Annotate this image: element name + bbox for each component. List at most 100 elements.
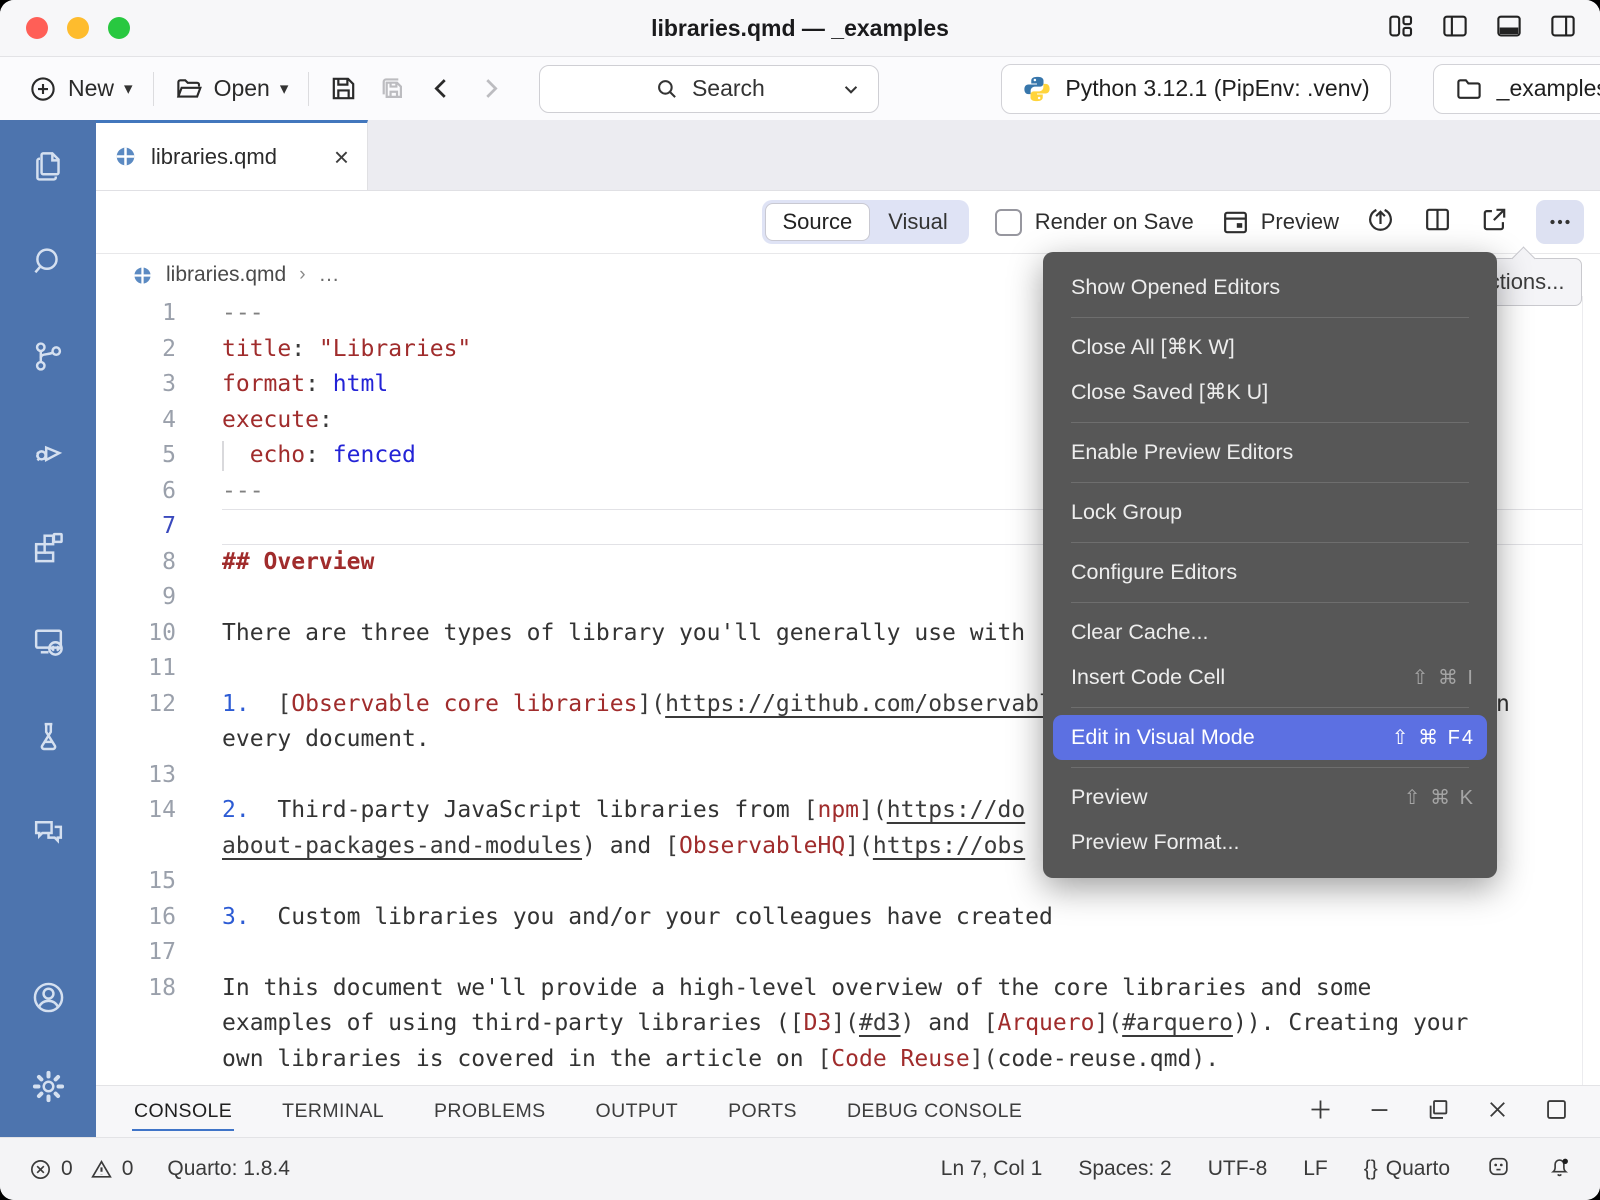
code-line[interactable]: 18In this document we'll provide a high-…: [96, 971, 1600, 1007]
menu-item-label: Insert Code Cell: [1071, 665, 1225, 690]
panel-restore-button[interactable]: [1425, 1096, 1452, 1128]
render-on-save-label: Render on Save: [1035, 209, 1194, 235]
preview-button[interactable]: Preview: [1220, 207, 1339, 238]
notifications-button[interactable]: [1547, 1154, 1572, 1185]
code-line[interactable]: 17: [96, 935, 1600, 971]
breadcrumb-file[interactable]: libraries.qmd: [166, 263, 286, 287]
sidebar-item-testing[interactable]: [30, 718, 67, 755]
encoding-status[interactable]: UTF-8: [1208, 1157, 1268, 1181]
search-input[interactable]: Search: [539, 65, 879, 113]
source-mode-button[interactable]: Source: [765, 203, 871, 241]
chevron-right-icon: ›: [299, 264, 305, 286]
braces-icon: {}: [1364, 1157, 1378, 1181]
menu-item-preview[interactable]: Preview⇧ ⌘ K: [1043, 775, 1497, 820]
publish-button[interactable]: [1365, 204, 1396, 241]
line-number: 8: [96, 545, 176, 581]
customize-layout-icon[interactable]: [1386, 11, 1416, 46]
menu-item-lock-group[interactable]: Lock Group: [1043, 490, 1497, 535]
code-line[interactable]: own libraries is covered in the article …: [96, 1042, 1600, 1078]
feedback-button[interactable]: [1486, 1154, 1511, 1185]
menu-item-preview-format[interactable]: Preview Format...: [1043, 820, 1497, 865]
zoom-window-button[interactable]: [108, 17, 130, 39]
split-editor-button[interactable]: [1422, 204, 1453, 241]
panel-tab-console[interactable]: CONSOLE: [132, 1088, 234, 1135]
language-mode-status[interactable]: {} Quarto: [1364, 1157, 1450, 1181]
chevron-down-icon: [838, 76, 864, 102]
sidebar-item-explorer[interactable]: [30, 148, 67, 185]
traffic-lights: [26, 0, 130, 56]
code-text: every document.: [222, 722, 430, 758]
menu-item-edit-in-visual-mode[interactable]: Edit in Visual Mode⇧ ⌘ F4: [1053, 715, 1487, 760]
breadcrumb-more[interactable]: …: [319, 263, 340, 287]
plus-icon: [1307, 1096, 1334, 1123]
menu-separator: [1071, 767, 1469, 768]
navigate-back-button[interactable]: [417, 67, 466, 110]
eol-status[interactable]: LF: [1303, 1157, 1328, 1181]
tab-close-icon[interactable]: ×: [334, 144, 349, 170]
sidebar-item-run-debug[interactable]: [30, 433, 67, 470]
comments-icon: [30, 813, 67, 850]
save-all-button[interactable]: [368, 67, 417, 110]
panel-tab-ports[interactable]: PORTS: [726, 1088, 799, 1135]
open-button[interactable]: Open ▾: [164, 68, 299, 110]
sidebar-item-extensions[interactable]: [30, 528, 67, 565]
interpreter-selector[interactable]: Python 3.12.1 (PipEnv: .venv): [1001, 64, 1390, 114]
panel-tab-terminal[interactable]: TERMINAL: [280, 1088, 386, 1135]
menu-item-close-all-k-w[interactable]: Close All [⌘K W]: [1043, 325, 1497, 370]
menu-item-configure-editors[interactable]: Configure Editors: [1043, 550, 1497, 595]
panel-minimize-button[interactable]: [1366, 1096, 1393, 1128]
code-line[interactable]: examples of using third-party libraries …: [96, 1006, 1600, 1042]
panel-maximize-button[interactable]: [1543, 1096, 1570, 1128]
toggle-left-sidebar-icon[interactable]: [1440, 11, 1470, 46]
code-line[interactable]: 163. Custom libraries you and/or your co…: [96, 900, 1600, 936]
sidebar-item-source-control[interactable]: [30, 338, 67, 375]
code-text: ---: [222, 474, 264, 510]
app-window: libraries.qmd — _examples New ▾ Open ▾: [0, 0, 1600, 1200]
line-number: 17: [96, 935, 176, 971]
menu-item-enable-preview-editors[interactable]: Enable Preview Editors: [1043, 430, 1497, 475]
minimize-window-button[interactable]: [67, 17, 89, 39]
panel-add-button[interactable]: [1307, 1096, 1334, 1128]
navigate-forward-button[interactable]: [466, 67, 515, 110]
code-text: 2. Third-party JavaScript libraries from…: [222, 793, 1025, 829]
visual-mode-button[interactable]: Visual: [870, 203, 966, 241]
code-text: own libraries is covered in the article …: [222, 1042, 1219, 1078]
code-text: There are three types of library you'll …: [222, 616, 1025, 652]
menu-item-clear-cache[interactable]: Clear Cache...: [1043, 610, 1497, 655]
cursor-position-status[interactable]: Ln 7, Col 1: [941, 1157, 1043, 1181]
editor-toolbar: Source Visual Render on Save Preview: [96, 191, 1600, 254]
tab-libraries-qmd[interactable]: libraries.qmd ×: [96, 120, 368, 190]
split-editor-icon: [1422, 204, 1453, 235]
ellipsis-icon: [1545, 207, 1575, 237]
quarto-version-status[interactable]: Quarto: 1.8.4: [167, 1157, 290, 1181]
sidebar-item-remote-explorer[interactable]: [30, 623, 67, 660]
panel-tab-problems[interactable]: PROBLEMS: [432, 1088, 548, 1135]
panel-close-button[interactable]: [1484, 1096, 1511, 1128]
open-in-new-window-button[interactable]: [1479, 204, 1510, 241]
project-selector[interactable]: _examples: [1433, 64, 1600, 114]
line-number: 4: [96, 403, 176, 439]
render-on-save-checkbox[interactable]: [995, 209, 1022, 236]
toggle-bottom-panel-icon[interactable]: [1494, 11, 1524, 46]
maximize-panel-icon: [1543, 1096, 1570, 1123]
indentation-status[interactable]: Spaces: 2: [1078, 1157, 1171, 1181]
sidebar-item-account[interactable]: [30, 979, 67, 1016]
sidebar-item-chat[interactable]: [30, 813, 67, 850]
problems-status[interactable]: 0 0: [28, 1157, 133, 1182]
menu-item-insert-code-cell[interactable]: Insert Code Cell⇧ ⌘ I: [1043, 655, 1497, 700]
code-text: execute:: [222, 403, 333, 439]
sidebar-item-search[interactable]: [30, 243, 67, 280]
panel-tab-debug-console[interactable]: DEBUG CONSOLE: [845, 1088, 1024, 1135]
more-actions-button[interactable]: [1536, 200, 1584, 244]
panel-tab-output[interactable]: OUTPUT: [594, 1088, 681, 1135]
close-window-button[interactable]: [26, 17, 48, 39]
menu-item-close-saved-k-u[interactable]: Close Saved [⌘K U]: [1043, 370, 1497, 415]
save-button[interactable]: [319, 67, 368, 110]
toggle-right-sidebar-icon[interactable]: [1548, 11, 1578, 46]
new-button[interactable]: New ▾: [18, 68, 143, 110]
sidebar-item-settings[interactable]: [30, 1068, 67, 1105]
git-branch-icon: [30, 338, 67, 375]
smiley-icon: [1486, 1154, 1511, 1179]
menu-separator: [1071, 542, 1469, 543]
menu-item-show-opened-editors[interactable]: Show Opened Editors: [1043, 265, 1497, 310]
